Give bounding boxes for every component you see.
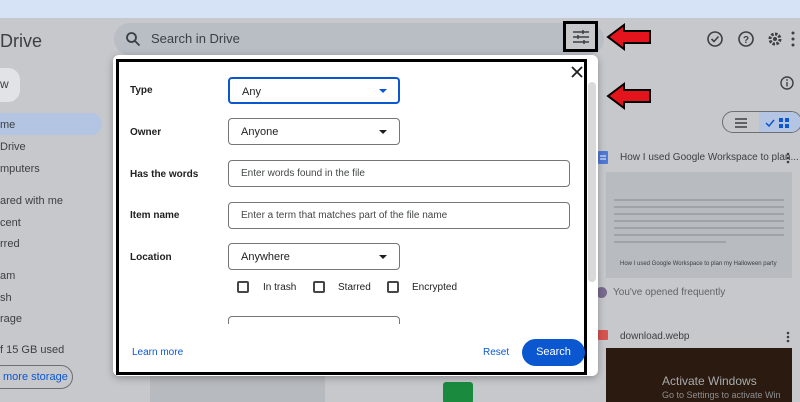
tune-icon <box>573 30 589 44</box>
learn-more-link[interactable]: Learn more <box>132 347 183 358</box>
red-arrow-icon <box>606 82 651 110</box>
location-select-value: Anywhere <box>241 251 290 263</box>
search-icon <box>126 32 141 47</box>
type-label: Type <box>130 85 153 96</box>
windows-watermark-title: Activate Windows <box>662 374 757 388</box>
chevron-down-icon <box>379 89 387 93</box>
info-icon[interactable] <box>780 76 794 90</box>
settings-gear-icon[interactable] <box>766 30 784 48</box>
list-view-icon[interactable] <box>735 118 747 128</box>
windows-watermark-subtitle: Go to Settings to activate Win <box>662 390 781 400</box>
chevron-down-icon <box>379 130 387 134</box>
check-icon <box>765 119 775 128</box>
app-name: Drive <box>0 31 43 51</box>
doc-card-title[interactable]: How I used Google Workspace to plan... <box>620 152 799 163</box>
has-words-label: Has the words <box>130 169 199 180</box>
reset-button[interactable]: Reset <box>483 347 509 358</box>
sidebar-item-storage[interactable]: rage <box>0 313 22 325</box>
view-toggle[interactable] <box>722 111 800 133</box>
help-icon[interactable]: ? <box>737 30 755 48</box>
storage-used-text: f 15 GB used <box>0 344 65 356</box>
search-options-button[interactable] <box>563 21 598 52</box>
has-words-input[interactable] <box>228 160 570 187</box>
encrypted-checkbox[interactable] <box>387 281 399 293</box>
location-select[interactable]: Anywhere <box>228 243 400 270</box>
in-trash-label: In trash <box>263 282 297 293</box>
partial-select-field[interactable] <box>228 316 400 324</box>
owner-select[interactable]: Anyone <box>228 118 400 145</box>
offline-status-icon[interactable] <box>706 30 724 48</box>
item-name-input[interactable] <box>228 202 570 229</box>
chevron-down-icon <box>379 255 387 259</box>
sidebar-item-my-drive[interactable]: Drive <box>0 141 26 153</box>
sidebar-item-trash[interactable]: sh <box>0 292 12 304</box>
sidebar-item-home[interactable]: me <box>0 119 15 131</box>
get-more-storage-button[interactable]: more storage <box>0 365 73 389</box>
sidebar-item-spam[interactable]: am <box>0 270 15 282</box>
dialog-scrollbar[interactable] <box>588 82 596 282</box>
search-button[interactable]: Search <box>522 339 585 366</box>
sidebar-item-computers[interactable]: mputers <box>0 163 40 175</box>
type-select[interactable]: Any <box>228 77 400 104</box>
sheets-icon <box>443 382 473 402</box>
starred-label: Starred <box>338 282 371 293</box>
owner-select-value: Anyone <box>241 126 279 138</box>
starred-checkbox[interactable] <box>313 281 325 293</box>
search-placeholder[interactable]: Search in Drive <box>151 31 240 46</box>
doc-thumbnail-caption: How I used Google Workspace to plan my H… <box>620 261 777 267</box>
browser-top-strip <box>0 0 800 18</box>
encrypted-label: Encrypted <box>412 282 458 293</box>
grid-view-icon <box>779 118 789 128</box>
red-arrow-icon <box>606 23 651 51</box>
svg-text:?: ? <box>743 35 749 46</box>
grid-view-selected[interactable] <box>759 112 800 132</box>
apps-grid-icon[interactable] <box>790 30 800 48</box>
item-name-label: Item name <box>130 210 180 221</box>
more-vert-icon[interactable] <box>786 331 790 343</box>
image-file-icon <box>598 330 608 340</box>
type-select-value: Any <box>242 86 261 98</box>
more-vert-icon[interactable] <box>786 152 790 164</box>
opened-frequently-text: You've opened frequently <box>613 287 726 298</box>
sidebar-item-starred[interactable]: rred <box>0 238 20 250</box>
docs-file-icon <box>598 151 608 164</box>
sidebar-item-recent[interactable]: cent <box>0 217 21 229</box>
image-card-title[interactable]: download.webp <box>620 331 690 342</box>
location-label: Location <box>130 252 172 263</box>
in-trash-checkbox[interactable] <box>237 281 249 293</box>
new-button[interactable]: w <box>0 68 20 102</box>
spreadsheet-thumbnail[interactable] <box>150 372 325 402</box>
sidebar-item-home-highlight <box>0 113 102 135</box>
sidebar-item-shared[interactable]: ared with me <box>0 195 63 207</box>
owner-label: Owner <box>130 127 162 138</box>
close-icon[interactable] <box>570 65 584 79</box>
